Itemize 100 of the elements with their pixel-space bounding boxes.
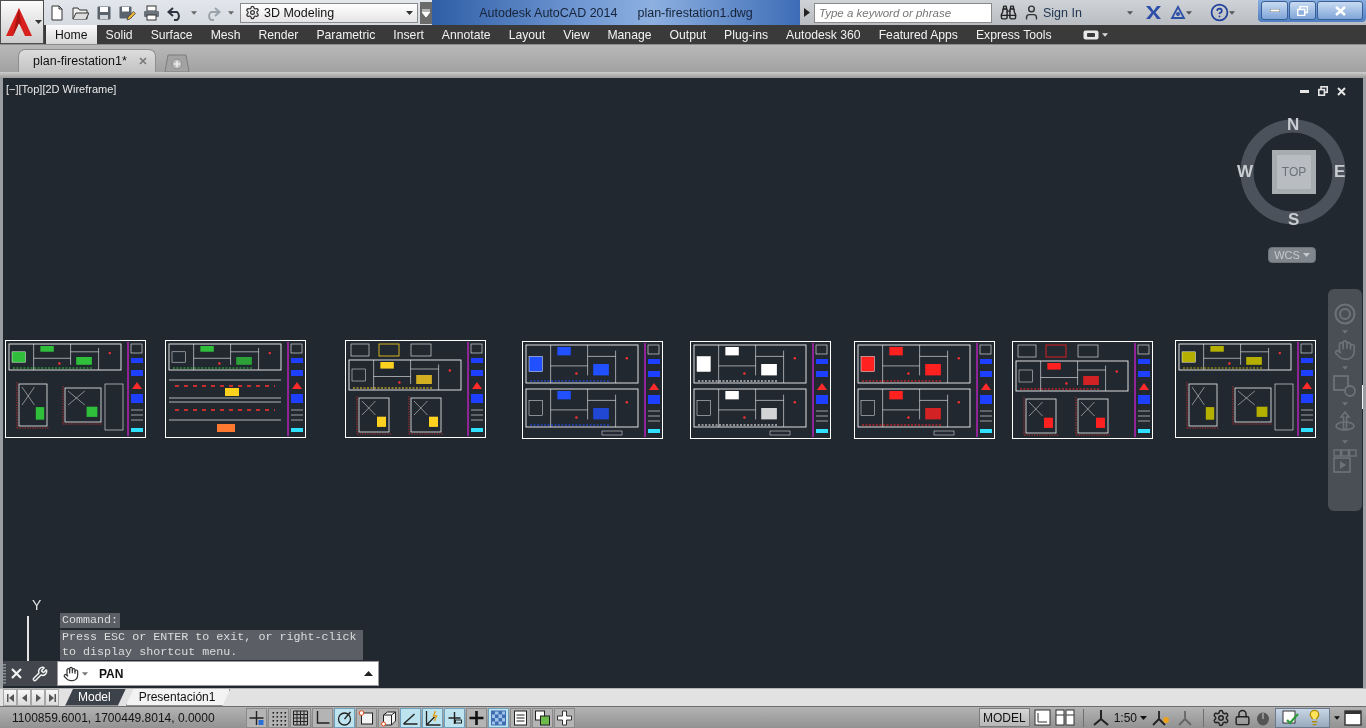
command-message-text: Press ESC or ENTER to exit, or right-click to display shortcut menu. <box>60 630 363 660</box>
ribbon-tab[interactable]: Autodesk 360 <box>777 25 870 44</box>
help-icon[interactable] <box>1209 3 1229 22</box>
x-mark-icon[interactable] <box>1144 5 1162 20</box>
caret-icon[interactable] <box>406 10 413 15</box>
annotation-scale-button[interactable]: 1:50 <box>1113 710 1147 725</box>
checker-icon[interactable] <box>488 707 509 728</box>
new-file-icon[interactable] <box>49 4 65 21</box>
grid-icon[interactable] <box>290 707 311 728</box>
window-icon[interactable] <box>1344 709 1362 726</box>
next-tab-button[interactable] <box>31 689 45 706</box>
printer-icon[interactable] <box>143 4 160 21</box>
axis-lightning-icon[interactable] <box>422 707 443 728</box>
plus-outline-icon[interactable] <box>554 707 575 728</box>
layout-page-icon[interactable] <box>1033 709 1051 726</box>
hand-icon <box>63 665 79 682</box>
minimize-icon <box>1269 9 1280 12</box>
compass-east-label[interactable]: E <box>1334 163 1346 181</box>
workspace-dropdown[interactable]: 3D Modeling <box>240 2 418 23</box>
right-angle-icon[interactable] <box>312 707 333 728</box>
save-icon[interactable] <box>96 4 112 21</box>
file-tab[interactable]: plan-firestation1* <box>18 49 156 72</box>
app-logo-icon <box>5 7 33 37</box>
save-with-pencil-icon[interactable] <box>119 4 136 21</box>
restore-icon <box>1297 5 1308 16</box>
minimize-button[interactable] <box>1261 1 1288 20</box>
restore-button[interactable] <box>1289 1 1316 20</box>
application-menu-button[interactable] <box>0 0 44 44</box>
ribbon-tab[interactable]: View <box>554 25 599 44</box>
ribbon-tab[interactable]: Annotate <box>432 25 500 44</box>
y-axis-line <box>27 616 29 661</box>
expand-triangle-icon[interactable] <box>804 8 810 17</box>
minimize-icon[interactable] <box>1300 89 1309 93</box>
list-icon[interactable] <box>510 707 531 728</box>
grip-icon[interactable] <box>3 663 6 684</box>
ribbon-tab[interactable]: Output <box>660 25 716 44</box>
compass-south-label[interactable]: S <box>1288 211 1300 229</box>
close-icon <box>1334 5 1346 16</box>
settings-icon[interactable] <box>1212 708 1230 727</box>
ribbon-tab[interactable]: Layout <box>499 25 555 44</box>
crosshair-icon[interactable] <box>246 707 267 728</box>
overlapping-squares-icon[interactable] <box>532 707 553 728</box>
viewport-control[interactable]: [Top] <box>18 83 43 95</box>
right-triangle-icon <box>35 693 41 702</box>
caret-icon[interactable] <box>1140 715 1147 720</box>
skip-start-icon <box>6 693 14 702</box>
checkbox-tick-icon[interactable] <box>1282 709 1300 726</box>
caret-icon[interactable] <box>35 20 42 24</box>
tripod-dot-icon[interactable] <box>1151 708 1171 727</box>
new-tab-icon[interactable] <box>163 54 190 72</box>
ribbon-tab[interactable]: Surface <box>141 25 202 44</box>
close-button[interactable] <box>1317 1 1363 20</box>
drawing-tab[interactable]: Presentación1 <box>125 689 231 706</box>
viewport-control[interactable]: [−] <box>6 83 19 95</box>
command-line-grip[interactable] <box>3 661 57 686</box>
cursor-coordinates: 1100859.6001, 1700449.8014, 0.0000 <box>11 710 216 725</box>
square-snap-icon[interactable] <box>356 707 377 728</box>
ribbon-tab[interactable]: Mesh <box>201 25 250 44</box>
wrench-icon[interactable] <box>32 665 48 682</box>
restore-icon[interactable] <box>1318 86 1328 96</box>
compass-west-label[interactable]: W <box>1237 163 1254 181</box>
cross-bar-icon[interactable] <box>444 707 465 728</box>
sign-in-button[interactable]: Sign In <box>1043 5 1082 20</box>
model-space-button[interactable]: MODEL <box>978 708 1030 727</box>
ribbon-tab[interactable]: Manage <box>598 25 661 44</box>
ribbon-tab[interactable]: Parametric <box>307 25 385 44</box>
viewport-control[interactable]: [2D Wireframe] <box>42 83 117 95</box>
last-tab-button[interactable] <box>45 689 59 706</box>
first-tab-button[interactable] <box>3 689 17 706</box>
document-title: plan-firestation1.dwg <box>637 5 753 20</box>
application-title: Autodesk AutoCAD 2014 <box>479 5 618 20</box>
compass-north-label[interactable]: N <box>1287 116 1300 134</box>
plus-icon[interactable] <box>466 707 487 728</box>
folder-icon[interactable] <box>72 4 89 21</box>
customize-toolbar-button[interactable] <box>420 1 432 24</box>
ribbon-tab[interactable]: Insert <box>384 25 433 44</box>
caret-icon <box>422 8 430 17</box>
caret-icon[interactable] <box>1101 32 1108 37</box>
tripod-icon[interactable] <box>1091 708 1110 727</box>
ribbon-tab[interactable]: Render <box>249 25 308 44</box>
binoculars-icon[interactable] <box>1000 4 1017 21</box>
dotted-grid-icon[interactable] <box>268 707 289 728</box>
up-triangle-icon[interactable] <box>364 671 373 676</box>
lock-icon[interactable] <box>1234 709 1251 726</box>
previous-tab-button[interactable] <box>17 689 31 706</box>
ribbon-tab[interactable]: Solid <box>96 25 142 44</box>
y-axis-label: Y <box>32 598 42 612</box>
ribbon-tab[interactable]: Featured Apps <box>869 25 967 44</box>
user-icon[interactable] <box>1023 4 1040 21</box>
ribbon-tab[interactable]: Home <box>46 25 97 44</box>
two-panes-icon[interactable] <box>1054 709 1075 726</box>
drawing-tab[interactable]: Model <box>65 689 126 706</box>
ribbon-tab[interactable]: Express Tools <box>966 25 1061 44</box>
angle-icon[interactable] <box>400 707 421 728</box>
panel-toggle-icon[interactable] <box>1082 29 1099 40</box>
cube-snap-icon[interactable] <box>378 707 399 728</box>
command-input-field[interactable]: PAN <box>57 661 379 686</box>
search-field[interactable]: Type a keyword or phrase <box>814 2 992 23</box>
ribbon-tab[interactable]: Plug-ins <box>715 25 778 44</box>
caret-icon[interactable] <box>1334 715 1340 720</box>
